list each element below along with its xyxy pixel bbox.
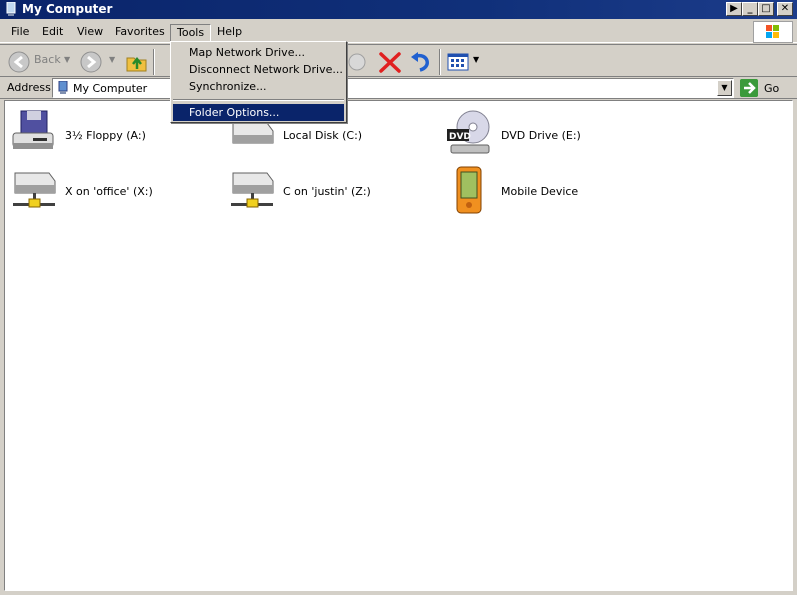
dvd-drive-icon: DVD bbox=[447, 110, 490, 154]
windows-logo bbox=[753, 21, 793, 43]
forward-arrow-icon[interactable] bbox=[79, 49, 103, 75]
drive-label: 3½ Floppy (A:) bbox=[65, 129, 146, 142]
drive-item[interactable]: Mobile Device bbox=[445, 165, 645, 217]
drive-item[interactable]: DVD DVD Drive (E:) bbox=[445, 109, 645, 161]
menu-view[interactable]: View bbox=[71, 24, 109, 42]
drive-label: X on 'office' (X:) bbox=[65, 185, 153, 198]
minimize-button[interactable]: _ bbox=[742, 2, 758, 16]
address-value: My Computer bbox=[73, 82, 148, 95]
go-button-label: Go bbox=[764, 82, 780, 95]
window-title: My Computer bbox=[22, 2, 113, 16]
menu-favorites[interactable]: Favorites bbox=[109, 24, 171, 42]
drive-label: C on 'justin' (Z:) bbox=[283, 185, 371, 198]
menu-edit[interactable]: Edit bbox=[36, 24, 69, 42]
delete-icon[interactable] bbox=[377, 49, 403, 75]
menu-item-folder-options[interactable]: Folder Options... bbox=[173, 104, 344, 121]
tools-menu-dropdown: Map Network Drive... Disconnect Network … bbox=[170, 41, 347, 123]
back-arrow-icon[interactable] bbox=[7, 49, 31, 75]
network-drive-icon bbox=[231, 172, 274, 208]
address-bar: Address My Computer ▼ Go bbox=[0, 77, 797, 99]
maximize-button[interactable]: □ bbox=[758, 2, 774, 16]
toolbar-separator bbox=[153, 49, 155, 75]
my-computer-icon bbox=[58, 81, 68, 94]
drive-label: DVD Drive (E:) bbox=[501, 129, 581, 142]
up-folder-icon[interactable] bbox=[124, 49, 150, 75]
drive-label: Local Disk (C:) bbox=[283, 129, 363, 142]
network-drive-icon bbox=[13, 172, 56, 208]
views-dropdown-icon[interactable]: ▼ bbox=[473, 55, 479, 64]
menu-separator bbox=[173, 99, 344, 101]
undo-icon[interactable] bbox=[408, 49, 434, 75]
toolbar-separator bbox=[439, 49, 441, 75]
menu-item-map-network-drive[interactable]: Map Network Drive... bbox=[173, 44, 344, 61]
forward-dropdown-icon[interactable]: ▼ bbox=[109, 55, 115, 64]
back-dropdown-icon[interactable]: ▼ bbox=[64, 55, 70, 64]
system-extra-button[interactable]: ▶ bbox=[726, 2, 742, 16]
window-frame-bottom bbox=[0, 591, 797, 595]
move-to-icon[interactable] bbox=[344, 49, 370, 75]
my-computer-icon bbox=[6, 2, 16, 16]
mobile-device-icon bbox=[456, 166, 482, 214]
floppy-drive-icon bbox=[12, 110, 54, 149]
menu-file[interactable]: File bbox=[5, 24, 35, 42]
go-button[interactable]: Go bbox=[740, 79, 790, 97]
menu-help[interactable]: Help bbox=[211, 24, 248, 42]
back-button-label[interactable]: Back bbox=[34, 53, 61, 66]
address-input[interactable]: My Computer ▼ bbox=[52, 78, 734, 98]
menu-tools[interactable]: Tools bbox=[170, 24, 212, 42]
title-bar: My Computer ▶ _ □ ✕ bbox=[0, 0, 797, 19]
menu-item-synchronize[interactable]: Synchronize... bbox=[173, 78, 344, 95]
drive-label: Mobile Device bbox=[501, 185, 579, 198]
go-arrow-icon bbox=[740, 79, 758, 97]
address-label: Address bbox=[7, 81, 51, 94]
drive-item[interactable]: X on 'office' (X:) bbox=[9, 165, 209, 217]
close-button[interactable]: ✕ bbox=[777, 2, 793, 16]
views-icon[interactable] bbox=[446, 49, 472, 75]
content-pane: 3½ Floppy (A:) Local Disk (C:) DVD DVD D… bbox=[4, 100, 793, 591]
standard-toolbar: Back ▼ ▼ ▼ bbox=[0, 44, 797, 77]
menu-bar: File Edit View Favorites Tools Help bbox=[0, 20, 797, 43]
menu-item-disconnect-network-drive[interactable]: Disconnect Network Drive... bbox=[173, 61, 344, 78]
drive-item[interactable]: C on 'justin' (Z:) bbox=[227, 165, 427, 217]
windows-flag-icon bbox=[766, 25, 779, 38]
address-dropdown-button[interactable]: ▼ bbox=[717, 80, 732, 96]
svg-text:DVD: DVD bbox=[449, 132, 471, 142]
